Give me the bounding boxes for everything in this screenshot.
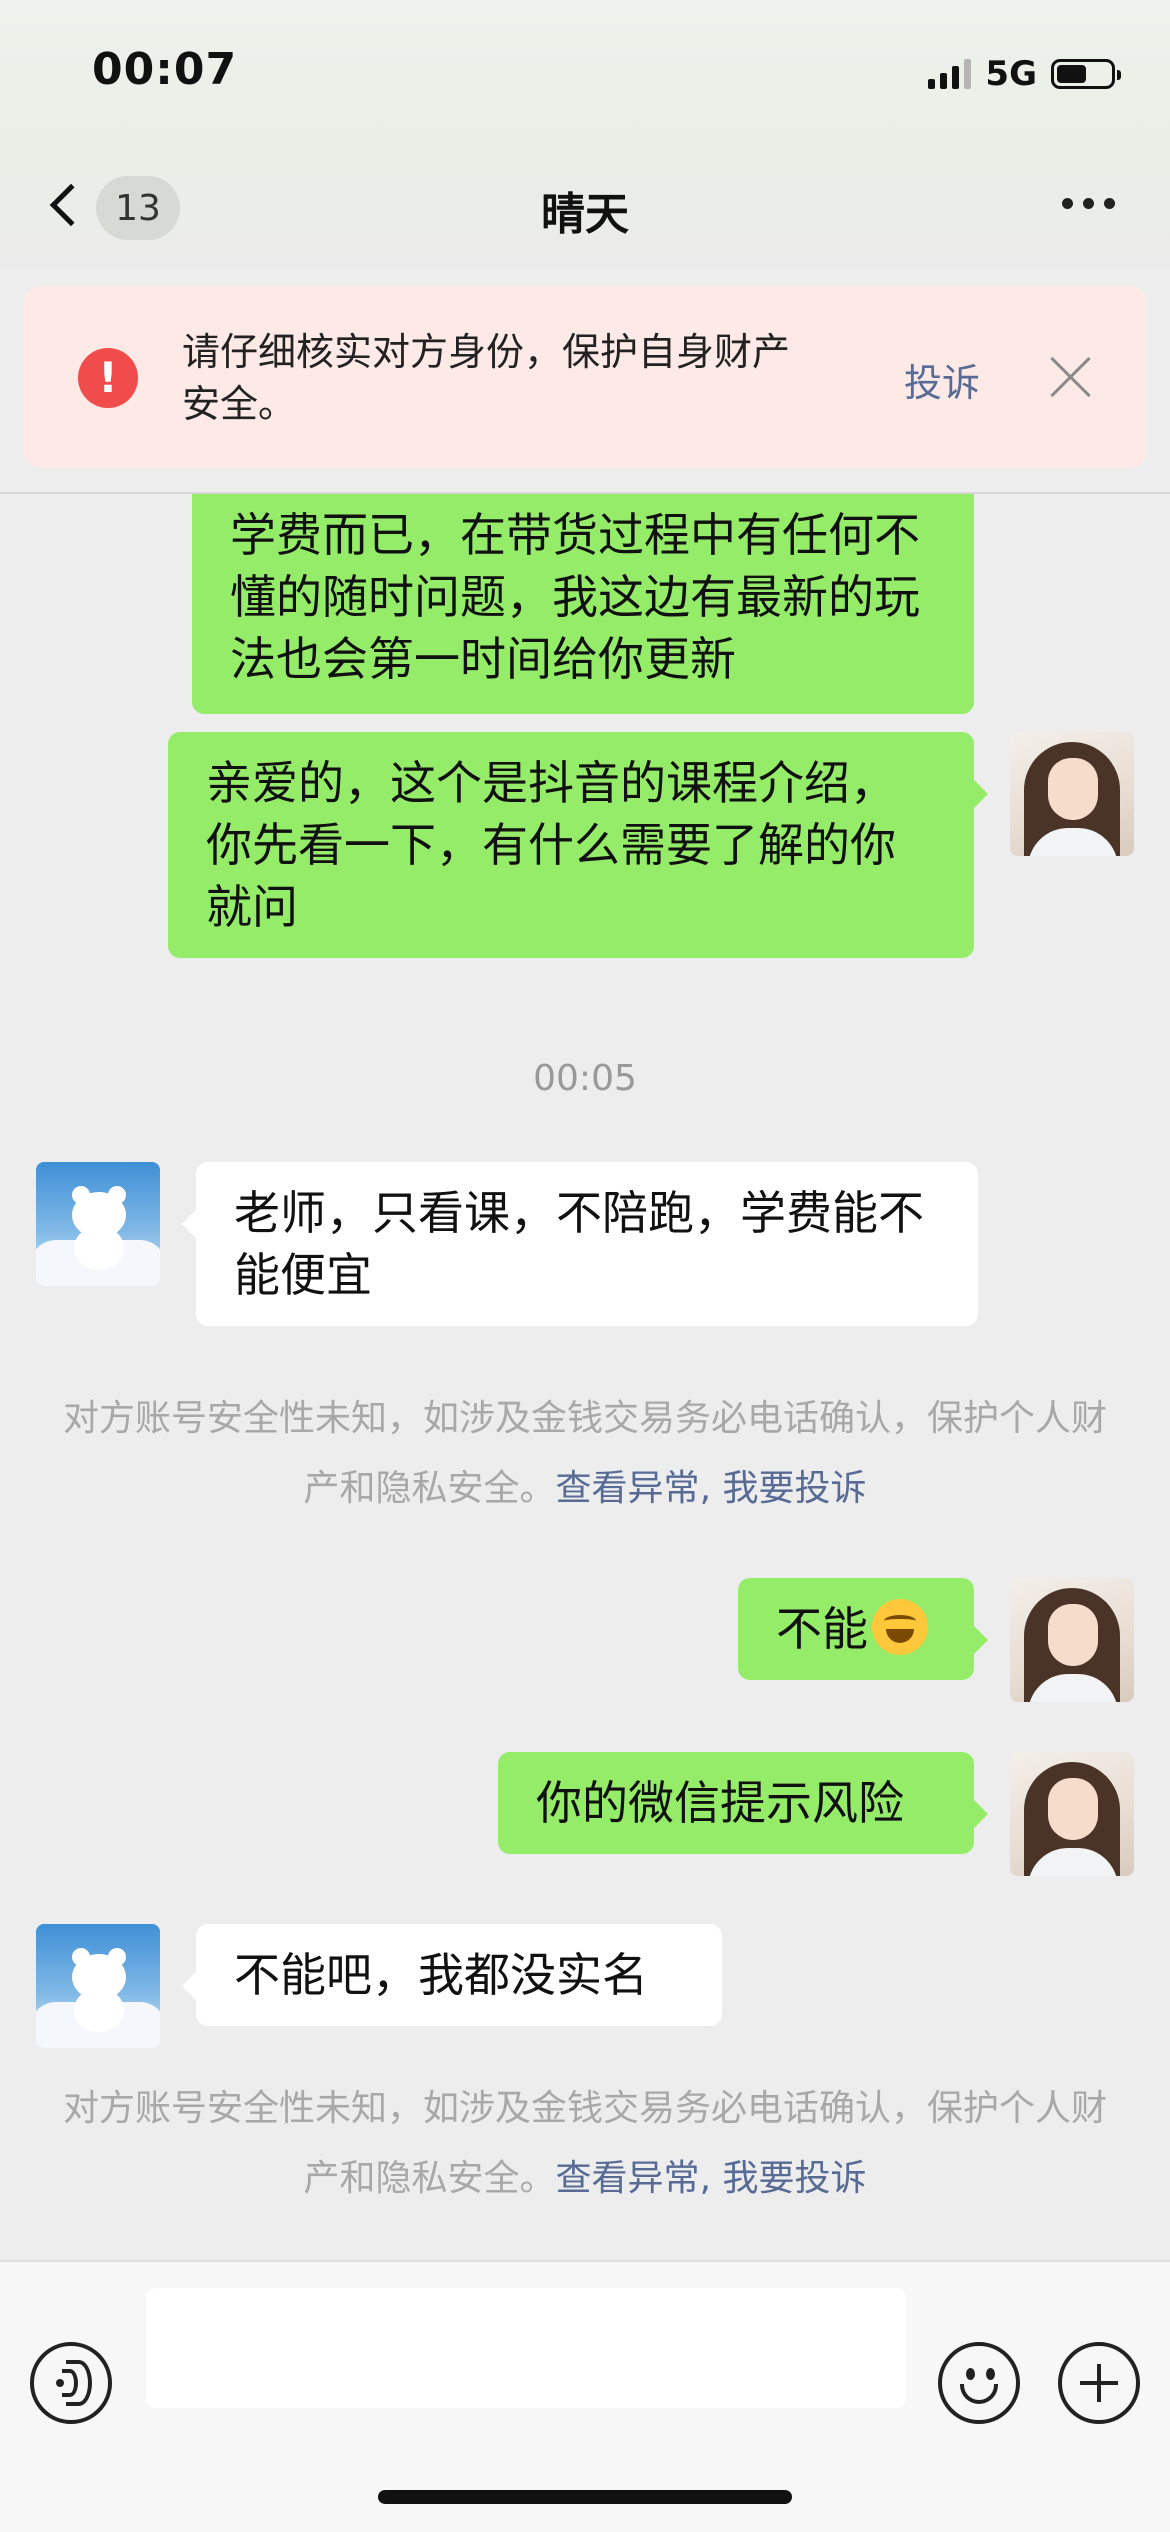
message-bubble-outgoing[interactable]: 不能 <box>738 1578 988 1680</box>
message-bubble-incoming[interactable]: 老师，只看课，不陪跑，学费能不能便宜 <box>182 1162 978 1326</box>
emoji-button[interactable] <box>938 2342 1020 2424</box>
more-dot-icon <box>1062 198 1073 209</box>
notice-separator: , <box>699 1468 723 1509</box>
message-input[interactable] <box>146 2288 906 2408</box>
status-indicators: 5G <box>928 52 1121 96</box>
report-button[interactable]: 投诉 <box>904 352 980 407</box>
network-type: 5G <box>985 54 1037 94</box>
more-options-button[interactable] <box>1062 198 1115 209</box>
home-indicator[interactable] <box>378 2490 792 2504</box>
message-timestamp: 00:05 <box>533 1058 637 1099</box>
view-exception-link[interactable]: 查看异常 <box>556 1468 700 1509</box>
report-link[interactable]: 我要投诉 <box>722 2158 866 2199</box>
notice-separator: , <box>699 2158 723 2199</box>
view-exception-link[interactable]: 查看异常 <box>556 2158 700 2199</box>
crying-laughing-emoji-icon <box>872 1599 928 1655</box>
message-text: 不能 <box>776 1602 868 1656</box>
message-bubble-outgoing[interactable]: 学费而已，在带货过程中有任何不懂的随时问题，我这边有最新的玩法也会第一时间给你更… <box>192 494 974 714</box>
battery-icon <box>1051 59 1121 89</box>
my-avatar[interactable] <box>1010 1752 1134 1876</box>
plus-button[interactable] <box>1058 2342 1140 2424</box>
message-bubble-incoming[interactable]: 不能吧，我都没实名 <box>182 1924 722 2026</box>
message-bubble-outgoing[interactable]: 你的微信提示风险 <box>498 1752 988 1854</box>
safety-warning-banner: ! 请仔细核实对方身份，保护自身财产安全。 投诉 <box>24 286 1146 468</box>
my-avatar[interactable] <box>1010 1578 1134 1702</box>
message-list[interactable]: 学费而已，在带货过程中有任何不懂的随时问题，我这边有最新的玩法也会第一时间给你更… <box>0 494 1170 2260</box>
chat-title: 晴天 <box>541 189 629 240</box>
security-notice: 对方账号安全性未知，如涉及金钱交易务必电话确认，保护个人财产和隐私安全。查看异常… <box>60 1384 1110 1524</box>
status-bar: 00:07 5G <box>0 0 1170 150</box>
report-link[interactable]: 我要投诉 <box>722 1468 866 1509</box>
contact-avatar[interactable] <box>36 1162 160 1286</box>
warning-text: 请仔细核实对方身份，保护自身财产安全。 <box>182 330 791 426</box>
close-icon[interactable] <box>1044 350 1098 404</box>
message-bubble-outgoing[interactable]: 亲爱的，这个是抖音的课程介绍，你先看一下，有什么需要了解的你就问 <box>168 732 988 958</box>
more-dot-icon <box>1083 198 1094 209</box>
voice-input-button[interactable] <box>30 2342 112 2424</box>
signal-icon <box>928 59 972 89</box>
status-time: 00:07 <box>92 44 238 95</box>
exclamation-icon: ! <box>78 348 138 408</box>
my-avatar[interactable] <box>1010 732 1134 856</box>
more-dot-icon <box>1104 198 1115 209</box>
smiley-icon <box>966 2368 975 2380</box>
security-notice: 对方账号安全性未知，如涉及金钱交易务必电话确认，保护个人财产和隐私安全。查看异常… <box>60 2074 1110 2214</box>
contact-avatar[interactable] <box>36 1924 160 2048</box>
